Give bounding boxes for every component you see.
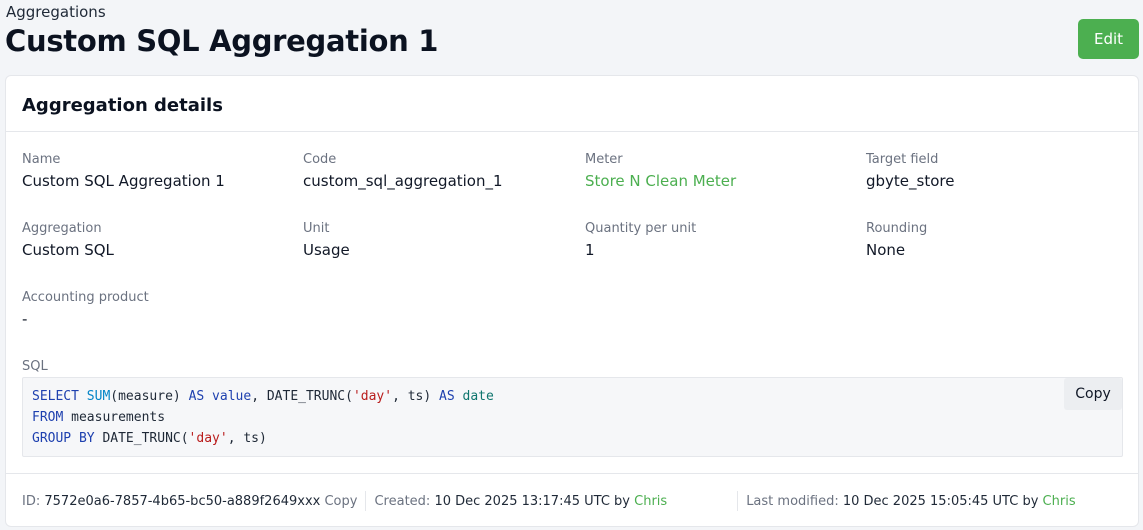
field-value: Custom SQL Aggregation 1 [22,172,225,190]
sql-string: 'day' [188,431,228,446]
sql-keyword: AS [439,389,455,404]
created-by-link[interactable]: Chris [634,494,667,509]
field-value: None [866,241,906,259]
footer-id: ID: 7572e0a6-7857-4b65-bc50-a889f2649xxx… [22,494,365,509]
by-text: by [1022,493,1039,509]
breadcrumb[interactable]: Aggregations [6,3,106,21]
field-rounding: Rounding None [866,221,927,259]
field-value: - [22,310,28,328]
field-value: Usage [303,241,350,259]
field-label: Quantity per unit [585,221,697,236]
field-value: 1 [585,241,595,259]
sql-label: SQL [22,359,48,374]
sql-text: , ts) [227,431,267,446]
modified-label: Last modified: [746,493,839,509]
sql-code-block: SELECT SUM(measure) AS value, DATE_TRUNC… [22,377,1123,457]
sql-keyword: FROM [32,410,64,425]
field-label: Unit [303,221,330,236]
page-title: Custom SQL Aggregation 1 [5,24,439,58]
sql-keyword: value [212,389,252,404]
field-label: Name [22,152,61,167]
field-quantity-per-unit: Quantity per unit 1 [585,221,696,259]
sql-keyword: AS [188,389,205,404]
card-title: Aggregation details [22,95,223,116]
sql-keyword: SELECT [32,389,79,404]
sql-text: measurements [63,410,166,425]
sql-alias: date [462,389,494,404]
field-label: Accounting product [22,290,149,305]
field-label: Meter [585,152,623,167]
copy-sql-button[interactable]: Copy [1064,378,1122,410]
card-header: Aggregation details [6,76,1138,132]
field-label: Aggregation [22,221,102,236]
field-label: Code [303,152,337,167]
metadata-footer: ID: 7572e0a6-7857-4b65-bc50-a889f2649xxx… [6,473,1138,528]
aggregation-details-card: Aggregation details Name Custom SQL Aggr… [5,75,1139,527]
edit-button[interactable]: Edit [1078,19,1139,59]
created-value: 10 Dec 2025 13:17:45 UTC [434,493,610,509]
footer-divider [365,491,367,511]
sql-text: (measure) [110,389,189,404]
field-accounting-product: Accounting product - [22,290,149,328]
sql-function: SUM [86,389,111,404]
field-unit: Unit Usage [303,221,350,259]
field-aggregation: Aggregation Custom SQL [22,221,114,259]
modified-by-link[interactable]: Chris [1043,494,1076,509]
field-code: Code custom_sql_aggregation_1 [303,152,503,190]
footer-modified: Last modified: 10 Dec 2025 15:05:45 UTC … [746,494,1083,509]
field-value: custom_sql_aggregation_1 [303,172,503,190]
field-value: Custom SQL [22,241,114,259]
field-label: Target field [866,152,939,167]
field-target-field: Target field gbyte_store [866,152,954,190]
footer-divider [737,491,739,511]
sql-text: , DATE_TRUNC( [251,389,353,404]
sql-text: , ts) [392,389,440,404]
id-value: 7572e0a6-7857-4b65-bc50-a889f2649xxx [44,493,321,509]
field-meter: Meter Store N Clean Meter [585,152,736,190]
by-text: by [614,493,630,509]
footer-created: Created: 10 Dec 2025 13:17:45 UTC by Chr… [374,494,737,509]
field-name: Name Custom SQL Aggregation 1 [22,152,225,190]
id-label: ID: [22,493,41,509]
sql-string: 'day' [352,389,393,404]
sql-keyword: GROUP BY [32,431,95,446]
field-value: gbyte_store [866,172,955,190]
modified-value: 10 Dec 2025 15:05:45 UTC [842,493,1019,509]
meter-link[interactable]: Store N Clean Meter [585,172,736,190]
sql-text: DATE_TRUNC( [94,431,189,446]
created-label: Created: [374,493,431,509]
copy-id-button[interactable]: Copy [324,494,357,509]
field-label: Rounding [866,221,928,236]
